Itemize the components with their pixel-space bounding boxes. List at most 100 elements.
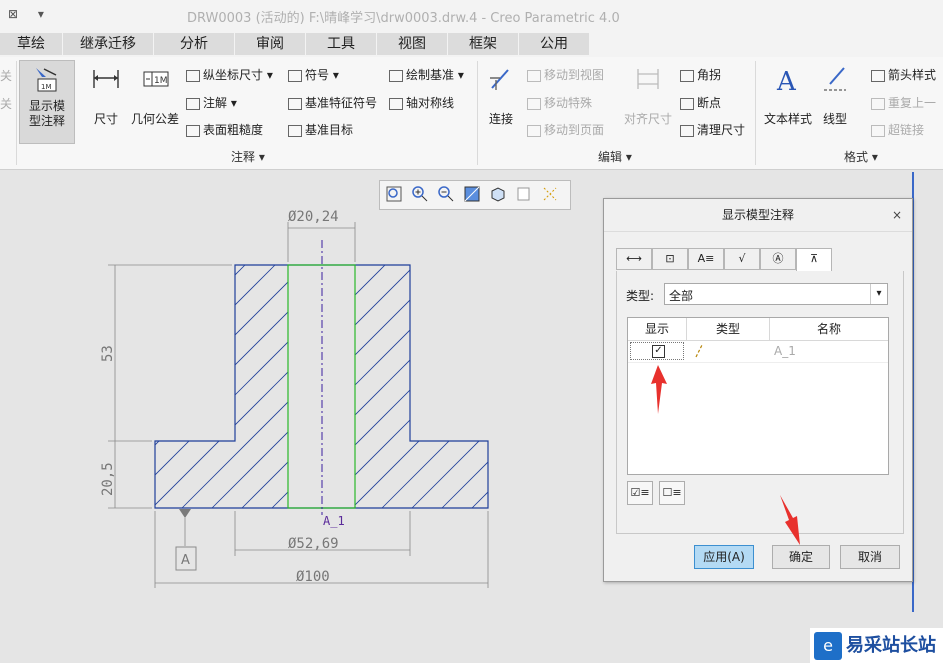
group-edit-label[interactable]: 编辑 ▾ — [598, 148, 632, 165]
angle-button[interactable]: 角拐 — [680, 66, 721, 83]
table-header: 显示 类型 名称 — [628, 318, 888, 341]
deselect-all-button[interactable]: ☐≡ — [659, 481, 685, 505]
show-model-annotations-label: 显示模型注释 — [28, 99, 65, 128]
dim-mid-text: Ø52,69 — [288, 536, 339, 552]
tab-common[interactable]: 公用 — [519, 33, 590, 55]
col-type-header[interactable]: 类型 — [687, 318, 770, 340]
symbol-button[interactable]: 符号 ▾ — [288, 66, 339, 83]
hatch-line — [155, 265, 288, 508]
group-format-label[interactable]: 格式 ▾ — [844, 148, 878, 165]
move-to-view-button[interactable]: 移动到视图 — [527, 66, 604, 83]
connect-label: 连接 — [488, 112, 513, 126]
select-all-button[interactable]: ☑≡ — [627, 481, 653, 505]
datum-feature-symbol-icon — [288, 97, 302, 110]
surface-finish-button[interactable]: 表面粗糙度 — [186, 121, 263, 138]
hatch-line — [155, 265, 246, 508]
tab-legacy-migration[interactable]: 继承迁移 — [63, 33, 154, 55]
annotations-table: 显示 类型 名称 ✓ A_1 — [627, 317, 889, 475]
geometric-tolerance-button[interactable]: 1M 几何公差 — [128, 60, 182, 142]
move-special-label: 移动特殊 — [544, 96, 593, 110]
clean-dimension-button[interactable]: 清理尺寸 — [680, 121, 745, 138]
col-name-header[interactable]: 名称 — [770, 318, 888, 340]
table-row[interactable]: ✓ A_1 — [628, 341, 888, 363]
cancel-button[interactable]: 取消 — [840, 545, 900, 569]
axis-symmetry-button[interactable]: 轴对称线 — [389, 94, 454, 111]
annotation-button[interactable]: 注解 ▾ — [186, 94, 237, 111]
hyperlink-button[interactable]: 超链接 — [871, 121, 924, 138]
svg-text:1M: 1M — [41, 83, 52, 91]
dropdown-icon[interactable]: ▾ — [38, 7, 44, 21]
tab-symbols[interactable]: Ⓐ — [760, 248, 796, 270]
hatch-line — [411, 265, 488, 508]
move-special-button[interactable]: 移动特殊 — [527, 94, 592, 111]
arrow-style-button[interactable]: 箭头样式 — [871, 66, 936, 83]
tab-tools[interactable]: 工具 — [306, 33, 377, 55]
ordinate-dimension-icon — [186, 69, 200, 82]
tab-frame[interactable]: 框架 — [448, 33, 519, 55]
type-select[interactable]: 全部 ▾ — [664, 283, 888, 305]
dim-top-text: Ø20,24 — [288, 209, 339, 225]
ordinate-dimension-button[interactable]: 纵坐标尺寸 ▾ — [186, 66, 273, 83]
breakpoint-button[interactable]: 断点 — [680, 94, 721, 111]
drawing-view[interactable]: Ø20,24 53 20,5 A A_1 Ø52,69 Ø100 — [0, 170, 600, 663]
tab-dimensions[interactable]: ⟷ — [616, 248, 652, 270]
line-style-button[interactable]: 线型 — [818, 60, 852, 142]
hatch-line — [355, 265, 386, 508]
datum-feature-symbol-label: 基准特征符号 — [305, 96, 378, 110]
partial-command-1[interactable]: 关 — [0, 67, 12, 84]
move-to-page-button[interactable]: 移动到页面 — [527, 121, 604, 138]
apply-button[interactable]: 应用(A) — [694, 545, 754, 569]
ribbon: 关 关 1M 显示模型注释 尺寸 1M 几何公差 纵坐标尺寸 ▾ 注解 ▾ 表面… — [0, 57, 943, 170]
draw-datum-button[interactable]: 绘制基准 ▾ — [389, 66, 464, 83]
datum-tab-icon: ⊼ — [809, 252, 819, 265]
tab-review[interactable]: 审阅 — [235, 33, 306, 55]
angle-icon — [680, 69, 694, 82]
hatch-left — [155, 265, 288, 508]
partial-command-2[interactable]: 关 — [0, 95, 12, 112]
hatch-line — [155, 265, 186, 508]
align-dimension-label: 对齐尺寸 — [623, 112, 672, 126]
tab-view[interactable]: 视图 — [377, 33, 448, 55]
svg-text:1M: 1M — [154, 76, 168, 86]
connect-button[interactable]: 连接 — [482, 60, 520, 142]
dimension-button[interactable]: 尺寸 — [86, 60, 126, 142]
symbol-label: 符号 — [305, 68, 330, 82]
move-to-view-label: 移动到视图 — [544, 68, 605, 82]
connect-icon — [490, 69, 509, 90]
group-annotate-label[interactable]: 注释 ▾ — [231, 148, 265, 165]
move-to-view-icon — [527, 69, 541, 82]
datum-feature-symbol-button[interactable]: 基准特征符号 — [288, 94, 377, 111]
dim-bottom-text: Ø100 — [296, 569, 330, 585]
dimension-left — [108, 264, 232, 509]
hatch-right — [355, 265, 488, 508]
tab-surface-finish[interactable]: √ — [724, 248, 760, 270]
line-style-icon — [824, 67, 846, 91]
ok-button[interactable]: 确定 — [772, 545, 830, 569]
window-switch-icon[interactable]: ⊠ — [8, 7, 18, 21]
axis-label: A_1 — [323, 514, 345, 528]
type-label: 类型: — [626, 289, 655, 303]
close-icon[interactable]: × — [892, 208, 902, 222]
tab-geometric-tolerances[interactable]: ⊡ — [652, 248, 688, 270]
repeat-button[interactable]: 重复上一 — [871, 94, 936, 111]
surface-finish-tab-icon: √ — [738, 252, 746, 265]
align-dimension-button[interactable]: 对齐尺寸 — [619, 60, 677, 142]
tab-datums[interactable]: ⊼ — [796, 248, 832, 272]
tab-analysis[interactable]: 分析 — [154, 33, 235, 55]
col-show-header[interactable]: 显示 — [628, 318, 687, 340]
move-to-page-icon — [527, 124, 541, 137]
hatch-line — [155, 265, 288, 508]
text-style-button[interactable]: A 文本样式 — [760, 60, 816, 142]
show-model-annotations-button[interactable]: 1M 显示模型注释 — [19, 60, 75, 144]
draw-datum-label: 绘制基准 — [406, 68, 455, 82]
angle-label: 角拐 — [697, 68, 722, 82]
dialog-title: 显示模型注释 — [604, 199, 912, 232]
tab-notes[interactable]: A≡ — [688, 248, 724, 270]
tab-sketch[interactable]: 草绘 — [0, 33, 63, 55]
clean-dimension-label: 清理尺寸 — [697, 123, 746, 137]
move-to-page-label: 移动到页面 — [544, 123, 605, 137]
show-checkbox[interactable]: ✓ — [652, 345, 665, 358]
axis-symmetry-label: 轴对称线 — [406, 96, 455, 110]
datum-target-button[interactable]: 基准目标 — [288, 121, 353, 138]
select-all-icon: ☑≡ — [630, 486, 650, 499]
